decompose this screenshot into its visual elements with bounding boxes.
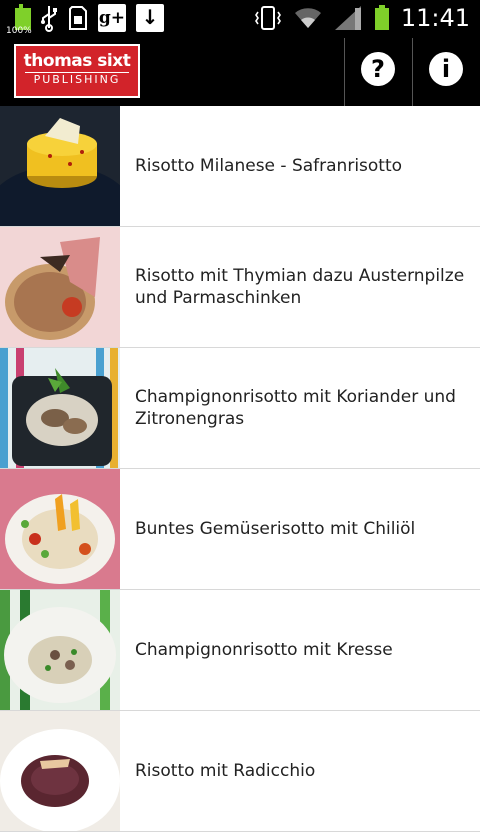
recipe-title: Champignonrisotto mit Kresse bbox=[135, 640, 393, 660]
download-icon: ↓ bbox=[136, 4, 164, 32]
recipe-thumbnail bbox=[0, 348, 120, 468]
status-bar: 100% g+ ↓ 11:41 bbox=[0, 0, 480, 38]
battery-full-icon bbox=[374, 5, 389, 30]
action-bar: thomas sixt PUBLISHING ? i bbox=[0, 38, 480, 106]
google-plus-icon: g+ bbox=[98, 4, 126, 32]
list-item[interactable]: Buntes Gemüserisotto mit Chiliöl bbox=[0, 469, 480, 590]
wifi-icon bbox=[294, 8, 321, 28]
action-divider bbox=[412, 38, 413, 106]
list-item[interactable]: Champignonrisotto mit Koriander und Zitr… bbox=[0, 348, 480, 469]
recipe-title: Risotto mit Thymian dazu Austernpilze un… bbox=[135, 266, 465, 308]
help-button[interactable]: ? bbox=[361, 52, 395, 86]
battery-icon: 100% bbox=[6, 4, 32, 36]
signal-icon bbox=[334, 6, 361, 30]
battery-percent: 100% bbox=[6, 26, 32, 36]
recipe-thumbnail bbox=[0, 106, 120, 226]
sd-card-icon bbox=[69, 6, 87, 30]
vibrate-icon bbox=[254, 6, 281, 30]
logo-title: thomas sixt bbox=[23, 51, 131, 71]
logo-subtitle: PUBLISHING bbox=[25, 72, 129, 87]
list-item[interactable]: Risotto mit Thymian dazu Austernpilze un… bbox=[0, 227, 480, 348]
recipe-title: Risotto mit Radicchio bbox=[135, 761, 316, 781]
recipe-thumbnail bbox=[0, 590, 120, 710]
recipe-title: Champignonrisotto mit Koriander und Zitr… bbox=[135, 387, 456, 429]
clock: 11:41 bbox=[400, 4, 470, 32]
recipe-thumbnail bbox=[0, 227, 120, 347]
recipe-title: Risotto Milanese - Safranrisotto bbox=[135, 156, 403, 176]
recipe-title: Buntes Gemüserisotto mit Chiliöl bbox=[135, 519, 416, 539]
list-item[interactable]: Risotto mit Radicchio bbox=[0, 711, 480, 832]
usb-icon bbox=[41, 6, 57, 32]
recipe-list: Risotto Milanese - Safranrisotto Risotto… bbox=[0, 106, 480, 832]
info-button[interactable]: i bbox=[429, 52, 463, 86]
list-item[interactable]: Champignonrisotto mit Kresse bbox=[0, 590, 480, 711]
action-divider bbox=[344, 38, 345, 106]
recipe-thumbnail bbox=[0, 469, 120, 589]
list-item[interactable]: Risotto Milanese - Safranrisotto bbox=[0, 106, 480, 227]
recipe-thumbnail bbox=[0, 711, 120, 831]
publisher-logo[interactable]: thomas sixt PUBLISHING bbox=[14, 44, 140, 98]
